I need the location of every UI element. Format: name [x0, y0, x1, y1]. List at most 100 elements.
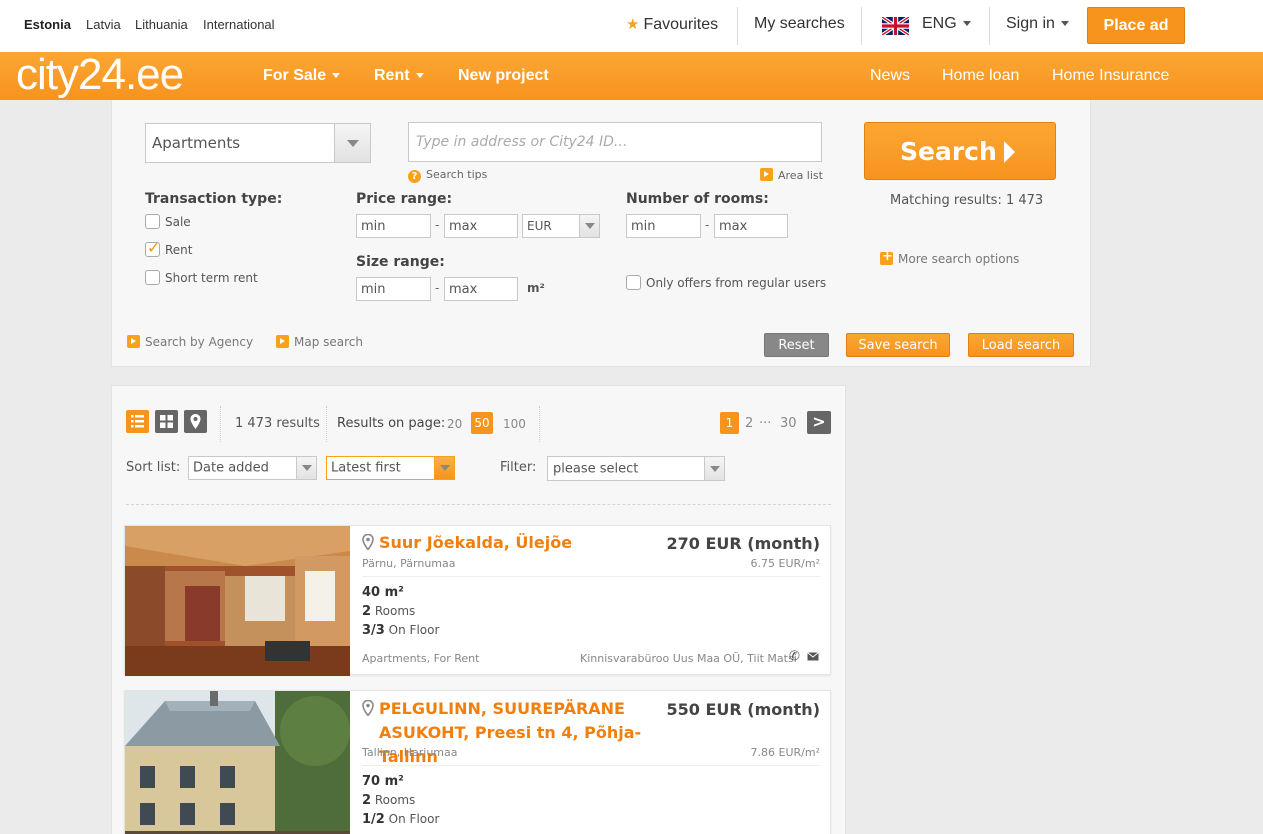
- my-searches-link[interactable]: My searches: [754, 15, 845, 33]
- place-ad-button[interactable]: Place ad: [1087, 7, 1185, 44]
- sign-in-menu[interactable]: Sign in: [1006, 15, 1069, 33]
- per-page-100[interactable]: 100: [503, 417, 526, 431]
- load-search-button[interactable]: Load search: [968, 333, 1074, 357]
- favourites-link[interactable]: ★ Favourites: [626, 15, 718, 34]
- rent-checkbox[interactable]: [145, 238, 160, 257]
- star-icon: ★: [626, 16, 640, 33]
- rent-label: Rent: [165, 243, 193, 257]
- mail-icon[interactable]: [807, 652, 819, 661]
- chevron-down-icon: [296, 457, 316, 479]
- size-max-input[interactable]: max: [444, 277, 518, 301]
- language-label: ENG: [922, 15, 957, 32]
- address-search-input[interactable]: Type in address or City24 ID...: [408, 122, 822, 162]
- language-selector[interactable]: ENG: [922, 15, 971, 33]
- chevron-down-icon: [334, 124, 370, 162]
- sort-by-select[interactable]: Date added: [188, 456, 317, 480]
- nav-for-sale-label: For Sale: [263, 67, 327, 84]
- reset-button[interactable]: Reset: [764, 333, 829, 357]
- chevron-down-icon: [579, 215, 599, 237]
- map-search-link[interactable]: Map search: [276, 335, 363, 349]
- phone-icon[interactable]: ✆: [789, 649, 800, 664]
- regular-users-checkbox[interactable]: [626, 275, 641, 290]
- location-pin-icon: [362, 700, 374, 716]
- listing-size: 40 m²: [362, 585, 404, 600]
- country-lithuania[interactable]: Lithuania: [135, 17, 188, 32]
- nav-rent[interactable]: Rent: [374, 67, 424, 85]
- divider: [989, 7, 990, 45]
- search-tips-link[interactable]: ? Search tips: [408, 168, 487, 183]
- short-term-rent-checkbox[interactable]: [145, 270, 160, 285]
- arrow-right-icon: [1004, 141, 1015, 163]
- nav-home-loan[interactable]: Home loan: [942, 67, 1019, 85]
- logo-main: city24: [16, 50, 126, 99]
- listing-price: 550 EUR (month): [666, 700, 821, 719]
- range-dash: -: [435, 218, 440, 232]
- sale-checkbox[interactable]: [145, 214, 160, 229]
- listing-location: Tallinn, Harjumaa: [362, 746, 458, 759]
- range-dash: -: [705, 218, 710, 232]
- country-estonia[interactable]: Estonia: [24, 17, 71, 32]
- listing-photo[interactable]: [125, 526, 350, 676]
- map-view-icon[interactable]: [184, 410, 207, 433]
- more-options-link[interactable]: More search options: [880, 249, 1020, 266]
- play-icon: [127, 335, 140, 348]
- nav-home-insurance[interactable]: Home Insurance: [1052, 67, 1169, 85]
- listing-floor-label: On Floor: [388, 812, 440, 826]
- site-logo[interactable]: city24.ee: [16, 50, 184, 100]
- favourites-label: Favourites: [643, 16, 719, 33]
- search-tips-label: Search tips: [426, 168, 488, 181]
- listing-card[interactable]: Suur Jõekalda, Ülejõe 270 EUR (month) Pä…: [124, 525, 831, 676]
- search-button[interactable]: Search: [864, 122, 1056, 180]
- divider: [326, 406, 327, 442]
- rooms-max-input[interactable]: max: [714, 214, 788, 238]
- per-page-20[interactable]: 20: [447, 417, 462, 431]
- rooms-min-input[interactable]: min: [626, 214, 701, 238]
- nav-rent-label: Rent: [374, 67, 410, 84]
- listing-size: 70 m²: [362, 774, 404, 789]
- next-page-button[interactable]: >: [807, 411, 831, 434]
- country-latvia[interactable]: Latvia: [86, 17, 121, 32]
- filter-select[interactable]: please select: [547, 456, 725, 481]
- listing-size-value: 70 m²: [362, 774, 404, 789]
- more-options-label: More search options: [898, 252, 1020, 266]
- chevron-down-icon: [962, 21, 971, 27]
- nav-new-project[interactable]: New project: [458, 67, 549, 85]
- divider: [861, 7, 862, 45]
- area-list-link[interactable]: Area list: [760, 168, 823, 182]
- listing-size-value: 40 m²: [362, 585, 404, 600]
- price-max-input[interactable]: max: [444, 214, 518, 238]
- plus-icon: [880, 249, 893, 265]
- range-dash: -: [435, 281, 440, 295]
- listing-agency[interactable]: Kinnisvarabüroo Uus Maa OÜ, Tiit Matsi: [580, 652, 797, 665]
- listing-floor-value: 3/3: [362, 623, 385, 638]
- country-international[interactable]: International: [203, 17, 275, 32]
- currency-select[interactable]: EUR: [522, 214, 600, 238]
- save-search-button[interactable]: Save search: [846, 333, 950, 357]
- listing-category: Apartments, For Rent: [362, 652, 480, 665]
- nav-news[interactable]: News: [870, 67, 910, 85]
- property-type-select[interactable]: Apartments: [145, 123, 371, 163]
- listing-price-per-m2: 7.86 EUR/m²: [750, 746, 820, 759]
- divider: [737, 7, 738, 45]
- page-1[interactable]: 1: [720, 412, 739, 434]
- listing-price: 270 EUR (month): [666, 534, 821, 553]
- sort-order-select[interactable]: Latest first: [326, 456, 455, 480]
- listing-rooms-label: Rooms: [374, 793, 416, 807]
- page-2[interactable]: 2: [745, 416, 753, 431]
- size-min-input[interactable]: min: [356, 277, 431, 301]
- page-30[interactable]: 30: [780, 416, 797, 431]
- list-view-icon[interactable]: [126, 410, 149, 433]
- listing-price-per-m2: 6.75 EUR/m²: [750, 557, 820, 570]
- size-unit: m²: [527, 281, 545, 295]
- search-by-agency-link[interactable]: Search by Agency: [127, 335, 253, 349]
- listing-card[interactable]: PELGULINN, SUUREPÄRANE ASUKOHT, Preesi t…: [124, 690, 831, 834]
- listing-title[interactable]: Suur Jõekalda, Ülejõe: [379, 531, 679, 555]
- chevron-down-icon: [415, 73, 424, 79]
- listing-rooms-label: Rooms: [374, 604, 416, 618]
- grid-view-icon[interactable]: [155, 410, 178, 433]
- listing-photo[interactable]: [125, 691, 350, 834]
- divider: [126, 504, 831, 505]
- nav-for-sale[interactable]: For Sale: [263, 67, 341, 85]
- per-page-50[interactable]: 50: [471, 412, 493, 434]
- price-min-input[interactable]: min: [356, 214, 431, 238]
